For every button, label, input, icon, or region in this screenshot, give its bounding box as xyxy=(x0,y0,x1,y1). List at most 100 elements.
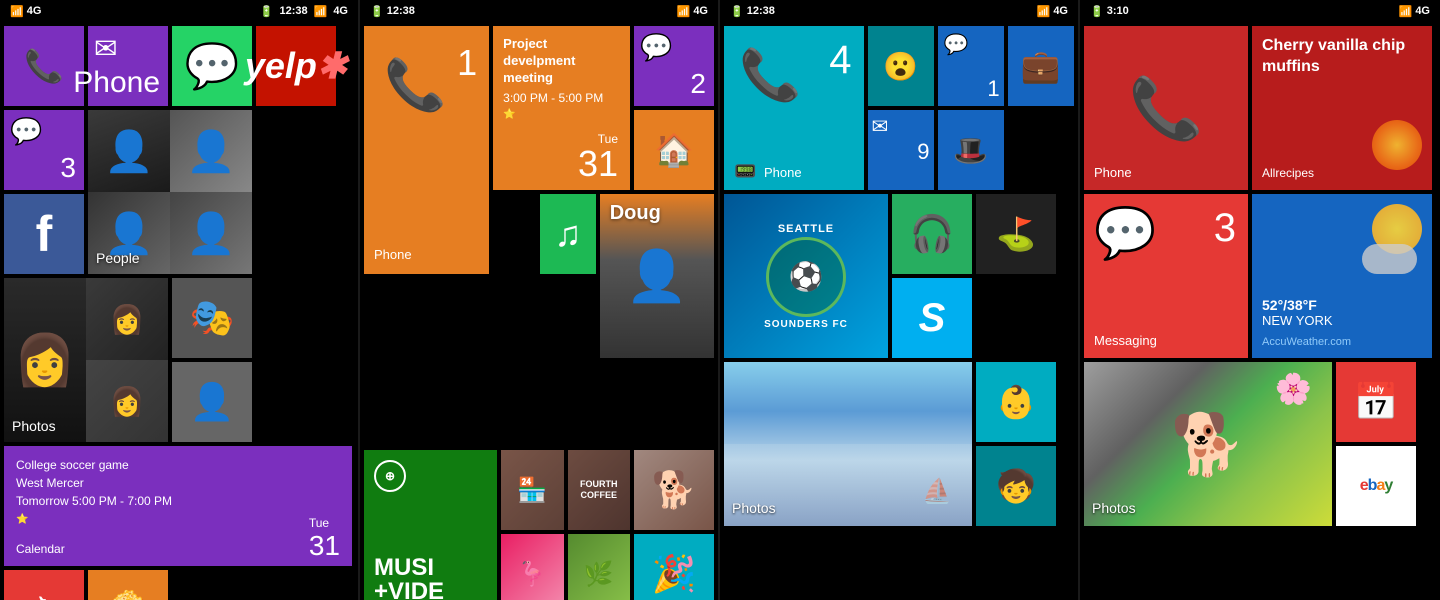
tile-whatsapp[interactable]: 💬 xyxy=(172,26,252,106)
spotify-icon: ♫ xyxy=(554,213,581,255)
chat-icon-3: 💬 xyxy=(944,32,969,57)
tile-photos-4[interactable]: 🐕 🌸 Photos xyxy=(1084,362,1332,526)
tiles-area-1: 📞 ✉ Phone 💬 yelp✱ 💬 3 xyxy=(0,22,358,600)
cal-date-2: 31 xyxy=(578,146,618,182)
calendar-day: Tue xyxy=(309,516,329,530)
people-label: People xyxy=(96,250,140,266)
tile-flamingo[interactable]: 🦩 xyxy=(501,534,563,600)
allrecipes-label: Allrecipes xyxy=(1262,166,1314,180)
cal-event-time: 3:00 PM - 5:00 PM xyxy=(503,91,620,105)
tile-chat-3[interactable]: 💬 1 xyxy=(938,26,1004,106)
tile-hat-3[interactable]: 🎩 xyxy=(938,110,1004,190)
tile-child2-3[interactable]: 🧒 xyxy=(976,446,1056,526)
accu-label: AccuWeather.com xyxy=(1262,336,1351,348)
tile-empty-3 xyxy=(976,278,1056,358)
tile-outdoor[interactable]: 🌿 xyxy=(568,534,630,600)
status-bar-2: 🔋 12:38 📶 4G xyxy=(360,0,718,22)
golf-icon: ⛳ xyxy=(996,215,1036,253)
weather-temp: 52°/38°F xyxy=(1262,297,1333,313)
phone-screen-1: 📶 4G 🔋 12:38 📶 4G 📞 ✉ Phone xyxy=(0,0,360,600)
tile-messaging-2[interactable]: 💬 2 xyxy=(634,26,714,106)
tile-ebay[interactable]: ebay xyxy=(1336,446,1416,526)
tile-yelp[interactable]: yelp✱ xyxy=(256,26,336,106)
status-bar-1: 📶 4G 🔋 12:38 📶 4G xyxy=(0,0,358,22)
msg-count-4: 3 xyxy=(1214,206,1236,251)
tile-facebook[interactable]: f xyxy=(4,194,84,274)
tile-doug[interactable]: 👤 Doug xyxy=(600,194,714,358)
photos-label-1: Photos xyxy=(12,418,56,434)
tile-mail-1[interactable]: ✉ Phone xyxy=(88,26,168,106)
mail-icon-3: ✉ xyxy=(872,114,930,139)
tile-spotify[interactable]: ♫ xyxy=(540,194,596,274)
tile-avatar-3[interactable]: 😮 xyxy=(868,26,934,106)
weather-city: NEW YORK xyxy=(1262,313,1333,328)
mail-count-3: 9 xyxy=(872,139,930,165)
tile-calendar[interactable]: College soccer game West Mercer Tomorrow… xyxy=(4,446,352,566)
phone-icon: 📞 xyxy=(24,47,64,85)
tile-phone-1[interactable]: 📞 xyxy=(4,26,84,106)
tile-messaging-1[interactable]: 💬 3 xyxy=(4,110,84,190)
status-bar-4: 🔋 3:10 📶 4G xyxy=(1080,0,1440,22)
tile-rooms[interactable]: 🏠 xyxy=(634,110,714,190)
calendar-icon-4: 📅 xyxy=(1354,381,1399,423)
tile-sounders[interactable]: SEATTLE ⚽ SOUNDERS FC xyxy=(724,194,888,358)
signal2-1: 📶 xyxy=(314,5,328,18)
mail-icon: ✉ xyxy=(94,32,117,65)
tile-small-r1[interactable]: 🎭 xyxy=(172,278,252,358)
tile-coffee-shop[interactable]: 🏪 xyxy=(501,450,563,530)
photos-label-3: Photos xyxy=(732,500,776,516)
tile-photos-3[interactable]: Photos ⛵ xyxy=(724,362,972,526)
calendar-label: Calendar xyxy=(16,542,65,556)
calendar-time: Tomorrow 5:00 PM - 7:00 PM xyxy=(16,492,340,510)
tile-calendar-4[interactable]: 📅 xyxy=(1336,362,1416,442)
music-label: MUSI xyxy=(374,556,444,580)
chat-count-3: 1 xyxy=(942,76,1000,102)
tile-festival[interactable]: 🎉 xyxy=(634,534,714,600)
phone-screen-2: 🔋 12:38 📶 4G 📞 1 Phone xyxy=(360,0,720,600)
tile-phone-2[interactable]: 📞 1 Phone xyxy=(364,26,489,274)
tile-people[interactable]: 👤 👤 👤 👤 People xyxy=(88,110,252,274)
msg-count-2: 2 xyxy=(690,68,706,100)
tile-small-r2[interactable]: 👤 xyxy=(172,362,252,442)
phone-label-2: Phone xyxy=(374,247,412,262)
movies-icon: 🍿 xyxy=(106,589,151,600)
voicemail-icon: 📟 xyxy=(734,161,756,181)
tile-phone-4[interactable]: 📞 Phone xyxy=(1084,26,1248,190)
tile-headphones-3[interactable]: 🎧 xyxy=(892,194,972,274)
status-bar-3: 🔋 12:38 📶 4G xyxy=(720,0,1078,22)
tile-movies[interactable]: 🍿 xyxy=(88,570,168,600)
video-label: +VIDE xyxy=(374,580,444,600)
tile-xbox-music[interactable]: ⊕ MUSI +VIDE xyxy=(364,450,497,600)
tile-phone-3[interactable]: 📞 4 📟 Phone xyxy=(724,26,864,190)
tile-fourth-coffee[interactable]: FOURTH COFFEE xyxy=(568,450,630,530)
msg-icon-1: 💬 xyxy=(10,116,42,146)
tile-golf-3[interactable]: ⛳ xyxy=(976,194,1056,274)
msg-count-1: 3 xyxy=(60,152,76,184)
doug-label: Doug xyxy=(610,202,661,224)
wallet-icon: 💼 xyxy=(1021,47,1061,85)
whatsapp-icon: 💬 xyxy=(185,40,240,92)
phone-label-3: Phone xyxy=(764,165,802,180)
battery-icon-1: 🔋 xyxy=(260,5,274,18)
tile-wallet-3[interactable]: 💼 xyxy=(1008,26,1074,106)
tile-messaging-4[interactable]: 💬 3 Messaging xyxy=(1084,194,1248,358)
tile-delta[interactable]: ✈ xyxy=(4,570,84,600)
delta-icon: ✈ xyxy=(29,589,59,600)
tile-skype-3[interactable]: S xyxy=(892,278,972,358)
allrecipes-text: Cherry vanilla chip muffins xyxy=(1262,36,1422,78)
time-1: 12:38 xyxy=(279,5,307,17)
ebay-icon: ebay xyxy=(1360,477,1393,495)
fb-icon: f xyxy=(36,205,53,263)
phone-screen-4: 🔋 3:10 📶 4G 📞 Phone Cherry vanilla chip … xyxy=(1080,0,1440,600)
phone-icon-4: 📞 xyxy=(1129,73,1204,144)
tile-allrecipes[interactable]: Cherry vanilla chip muffins Allrecipes xyxy=(1252,26,1432,190)
phone-label-4: Phone xyxy=(1094,165,1132,180)
tile-mail-3[interactable]: ✉ 9 xyxy=(868,110,934,190)
tile-calendar-event[interactable]: Project develpment meeting 3:00 PM - 5:0… xyxy=(493,26,630,190)
network2-1: 4G xyxy=(333,5,348,17)
tile-dog[interactable]: 🐕 xyxy=(634,450,714,530)
tile-weather[interactable]: 52°/38°F NEW YORK AccuWeather.com xyxy=(1252,194,1432,358)
tile-photos-1[interactable]: 👩 👩 👩 Photos xyxy=(4,278,168,442)
tile-child-3[interactable]: 👶 xyxy=(976,362,1056,442)
calendar-location: West Mercer xyxy=(16,474,340,492)
